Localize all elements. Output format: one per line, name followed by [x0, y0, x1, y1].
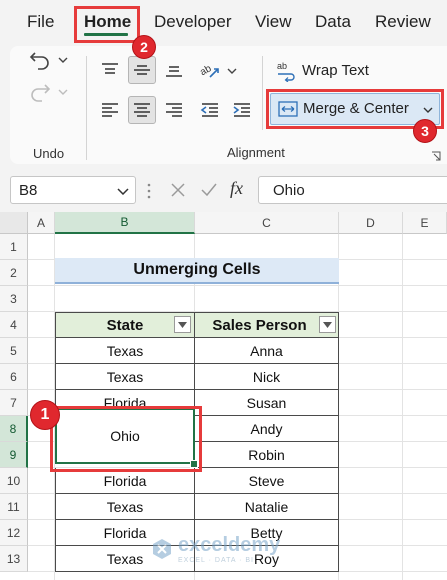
align-center-button[interactable] — [128, 96, 156, 124]
align-right-button[interactable] — [160, 96, 188, 124]
merged-cell-highlight — [50, 406, 202, 472]
table-header-sales-person[interactable]: Sales Person — [194, 312, 339, 338]
column-header-c[interactable]: C — [195, 212, 339, 234]
increase-indent-button[interactable] — [228, 96, 256, 124]
top-align-button[interactable] — [96, 56, 124, 84]
callout-badge-2: 2 — [132, 35, 156, 59]
alignment-inner-divider — [262, 56, 263, 130]
undo-icon — [29, 52, 49, 70]
cancel-entry-icon[interactable] — [170, 182, 186, 198]
orientation-button[interactable]: ab — [196, 56, 224, 84]
watermark: exceldemy EXCEL · DATA · BI — [150, 534, 280, 564]
row-header-4[interactable]: 4 — [0, 312, 28, 338]
more-options-icon[interactable] — [147, 183, 151, 199]
row-header-1[interactable]: 1 — [0, 234, 28, 260]
select-all-corner[interactable] — [0, 212, 28, 234]
undo-group-label: Undo — [33, 146, 65, 161]
worksheet-grid: A B C D E 1 2 3 4 5 6 7 8 9 10 11 12 13 … — [0, 212, 447, 580]
tab-developer[interactable]: Developer — [154, 12, 232, 32]
table-cell-sales-person[interactable]: Natalie — [194, 494, 339, 520]
formula-input[interactable]: Ohio — [258, 176, 447, 204]
insert-function-button[interactable]: fx — [230, 178, 243, 199]
table-cell-sales-person[interactable]: Susan — [194, 390, 339, 416]
row-header-9[interactable]: 9 — [0, 442, 28, 468]
align-right-icon — [166, 103, 182, 117]
name-box-value: B8 — [19, 182, 38, 199]
name-box[interactable]: B8 — [10, 176, 136, 204]
exceldemy-logo-icon — [153, 539, 171, 559]
confirm-entry-icon[interactable] — [200, 182, 218, 198]
decrease-indent-icon — [200, 103, 218, 117]
table-cell-state[interactable]: Texas — [55, 338, 195, 364]
align-left-button[interactable] — [96, 96, 124, 124]
redo-icon — [31, 84, 51, 102]
column-header-b[interactable]: B — [55, 212, 195, 234]
decrease-indent-button[interactable] — [196, 96, 224, 124]
row-header-2[interactable]: 2 — [0, 260, 28, 286]
middle-align-icon — [134, 65, 150, 75]
gridline — [28, 285, 447, 286]
tab-file[interactable]: File — [27, 12, 54, 32]
redo-dropdown-icon[interactable] — [58, 88, 68, 96]
table-cell-sales-person[interactable]: Nick — [194, 364, 339, 390]
table-cell-sales-person[interactable]: Anna — [194, 338, 339, 364]
undo-button[interactable] — [26, 46, 54, 74]
tab-data[interactable]: Data — [315, 12, 351, 32]
table-cell-sales-person[interactable]: Steve — [194, 468, 339, 494]
ribbon-tab-bar: File Home Developer View Data Review — [0, 0, 447, 46]
text-orientation-icon: ab — [198, 63, 219, 78]
row-header-5[interactable]: 5 — [0, 338, 28, 364]
row-header-12[interactable]: 12 — [0, 520, 28, 546]
row-header-11[interactable]: 11 — [0, 494, 28, 520]
row-header-10[interactable]: 10 — [0, 468, 28, 494]
gridline — [402, 234, 403, 580]
redo-button[interactable] — [26, 78, 54, 106]
wrap-text-label: Wrap Text — [302, 62, 369, 79]
svg-text:ab: ab — [277, 61, 287, 71]
filter-dropdown-icon — [323, 321, 332, 328]
table-cell-state[interactable]: Texas — [55, 494, 195, 520]
tab-review[interactable]: Review — [375, 12, 431, 32]
table-cell-sales-person[interactable]: Andy — [194, 416, 339, 442]
callout-badge-3: 3 — [413, 119, 437, 143]
name-box-dropdown-icon[interactable] — [117, 187, 129, 195]
filter-dropdown-icon — [178, 321, 187, 328]
top-align-icon — [102, 63, 118, 74]
formula-value: Ohio — [273, 182, 305, 199]
tab-view[interactable]: View — [255, 12, 292, 32]
table-cell-sales-person[interactable]: Robin — [194, 442, 339, 468]
align-center-icon — [134, 103, 150, 117]
group-divider — [86, 56, 87, 160]
callout-badge-1: 1 — [30, 400, 60, 430]
row-header-3[interactable]: 3 — [0, 286, 28, 312]
column-header-d[interactable]: D — [339, 212, 403, 234]
table-cell-state[interactable]: Texas — [55, 364, 195, 390]
alignment-dialog-launcher-icon[interactable] — [430, 150, 442, 162]
wrap-text-button[interactable]: ab Wrap Text — [276, 58, 436, 84]
state-filter-button[interactable] — [174, 316, 191, 333]
table-header-sales-person-label: Sales Person — [212, 316, 307, 334]
undo-dropdown-icon[interactable] — [58, 56, 68, 64]
middle-align-button[interactable] — [128, 56, 156, 84]
row-header-8[interactable]: 8 — [0, 416, 28, 442]
column-header-a[interactable]: A — [28, 212, 55, 234]
increase-indent-icon — [233, 103, 250, 117]
watermark-tagline: EXCEL · DATA · BI — [178, 557, 254, 564]
sheet-title-cell[interactable]: Unmerging Cells — [55, 258, 339, 284]
row-header-13[interactable]: 13 — [0, 546, 28, 572]
row-header-6[interactable]: 6 — [0, 364, 28, 390]
wrap-text-icon: ab — [277, 61, 295, 82]
column-header-e[interactable]: E — [403, 212, 447, 234]
row-header-7[interactable]: 7 — [0, 390, 28, 416]
bottom-align-icon — [166, 66, 182, 77]
home-tab-highlight — [74, 6, 140, 43]
alignment-group-label: Alignment — [227, 145, 285, 160]
formula-bar: B8 fx Ohio — [0, 168, 447, 212]
sales-person-filter-button[interactable] — [319, 316, 336, 333]
table-header-state-label: State — [106, 316, 144, 334]
orientation-dropdown-icon[interactable] — [227, 67, 237, 75]
align-left-icon — [102, 103, 118, 117]
watermark-brand: exceldemy — [178, 534, 281, 556]
bottom-align-button[interactable] — [160, 56, 188, 84]
